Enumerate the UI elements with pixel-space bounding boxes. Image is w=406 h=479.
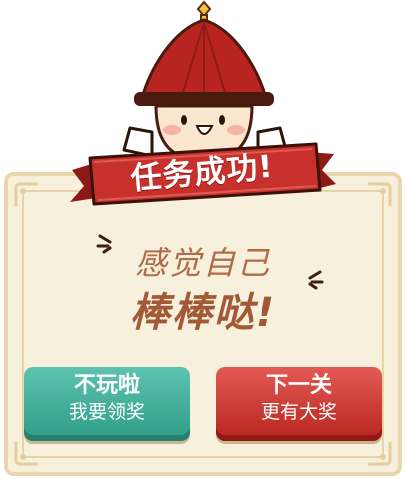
corner-ornament-icon [368, 442, 392, 466]
message-line-1: 感觉自己 [134, 244, 271, 282]
message-line-2: 棒棒哒! [129, 290, 277, 336]
next-level-button[interactable]: 下一关 更有大奖 [216, 367, 382, 441]
quit-claim-reward-button[interactable]: 不玩啦 我要领奖 [24, 367, 190, 441]
next-button-label: 下一关 [265, 373, 332, 398]
corner-ornament-icon [14, 442, 38, 466]
corner-ornament-icon [368, 182, 392, 206]
quit-button-sublabel: 我要领奖 [68, 401, 145, 423]
quit-button-label: 不玩啦 [73, 373, 140, 398]
next-button-sublabel: 更有大奖 [260, 401, 337, 423]
corner-ornament-icon [14, 182, 38, 206]
